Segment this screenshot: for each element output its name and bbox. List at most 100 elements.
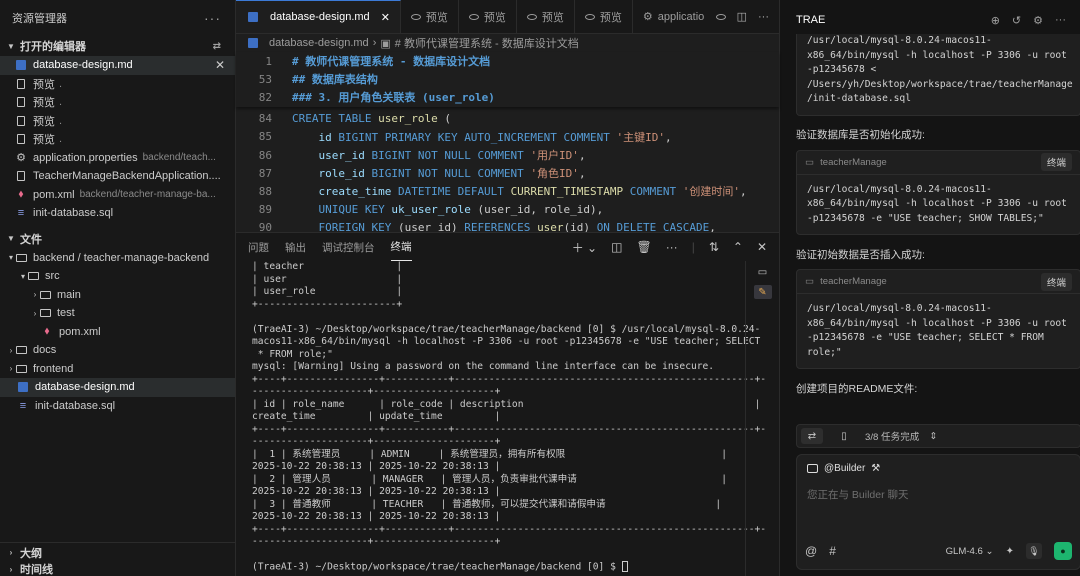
close-icon[interactable]: ✕ — [215, 58, 225, 72]
sliders-icon[interactable]: ⇅ — [709, 240, 719, 254]
more-actions-icon[interactable]: ··· — [666, 240, 678, 254]
tab-terminal[interactable]: 终端 — [390, 233, 412, 261]
split-terminal-icon[interactable]: ◫ — [611, 240, 622, 254]
terminal-line-text: macos11-x86_64/bin/mysql -h localhost -P… — [252, 336, 761, 347]
open-editor-item[interactable]: 预览. — [0, 130, 235, 149]
code-line[interactable]: 87 role_id BIGINT NOT NULL COMMENT '角色ID… — [236, 164, 779, 182]
tab-application[interactable]: ⚙ applicatio — [633, 0, 714, 33]
trash-icon[interactable]: 🗑 — [636, 240, 651, 254]
code-line[interactable]: 84 CREATE TABLE user_role ( — [236, 110, 779, 128]
agent-name[interactable]: @Builder — [824, 463, 865, 474]
new-terminal-icon[interactable]: ＋ ⌄ — [572, 239, 597, 256]
timeline-section[interactable]: › 时间线 — [0, 562, 235, 576]
close-icon[interactable]: ✕ — [381, 11, 390, 24]
folder-open-icon — [16, 253, 27, 262]
chevron-up-icon[interactable]: ⌃ — [733, 240, 743, 254]
open-editor-item[interactable]: ≡ init-database.sql — [0, 204, 235, 223]
terminal-edit-icon[interactable]: ✎ — [753, 285, 772, 299]
document-icon[interactable]: ▯ — [833, 428, 855, 444]
open-editor-item[interactable]: ⬧ pom.xml backend/teacher-manage-ba... — [0, 186, 235, 205]
tree-folder[interactable]: › main — [0, 286, 235, 305]
sparkle-icon[interactable]: ✦ — [1006, 546, 1014, 557]
open-preview-icon[interactable] — [715, 13, 726, 20]
task-progress-label[interactable]: 3/8 任务完成 — [865, 429, 919, 443]
open-editors-section[interactable]: ▼ 打开的编辑器 ⇄ — [0, 36, 235, 56]
terminal-icon[interactable]: ▭ — [754, 265, 772, 279]
code-line[interactable]: 53 ## 数据库表结构 — [236, 70, 779, 88]
outline-section[interactable]: › 大纲 — [0, 542, 235, 562]
save-all-icon[interactable]: ⇄ — [213, 41, 221, 52]
code-line[interactable]: 89 UNIQUE KEY uk_user_role (user_id, rol… — [236, 201, 779, 219]
code-text: id BIGINT PRIMARY KEY AUTO_INCREMENT COM… — [272, 129, 671, 145]
files-section[interactable]: ▼ 文件 — [0, 229, 235, 249]
command-block: ▭ teacherManage 终端 /usr/local/mysql-8.0.2… — [796, 269, 1080, 369]
tab-label: 预览 — [425, 11, 448, 24]
breadcrumb-file[interactable]: database-design.md — [269, 37, 369, 49]
terminal-line-text: +----+----------------+-----------+-----… — [252, 423, 767, 435]
tree-item-label: docs — [33, 344, 57, 357]
terminal-output[interactable]: | teacher | | user | | user_role | +-------… — [252, 261, 766, 574]
tab-preview[interactable]: 预览 — [517, 0, 575, 33]
gear-icon[interactable]: ⚙ — [1033, 14, 1043, 27]
terminal-line: +----+----------------+-----------+-----… — [252, 424, 766, 437]
open-editor-item[interactable]: 预览. — [0, 112, 235, 131]
tab-preview[interactable]: 预览 — [575, 0, 633, 33]
terminal-line-text: | 1 | 系统管理员 | ADMIN | 系统管理员，拥有所有权限 | — [252, 448, 727, 460]
tab-output[interactable]: 输出 — [285, 233, 306, 261]
tree-file[interactable]: database-design.md — [0, 378, 235, 397]
tab-label: 预览 — [541, 11, 564, 24]
open-editor-item[interactable]: TeacherManageBackendApplication.... — [0, 167, 235, 186]
history-icon[interactable]: ↺ — [1012, 14, 1021, 27]
code-line[interactable]: 85 id BIGINT PRIMARY KEY AUTO_INCREMENT … — [236, 128, 779, 146]
tree-file[interactable]: ≡ init-database.sql — [0, 397, 235, 416]
chat-input[interactable]: 您正在与 Builder 聊天 — [797, 481, 1080, 508]
gear-icon: ⚙ — [642, 11, 653, 23]
tree-folder[interactable]: › docs — [0, 341, 235, 360]
open-editor-item[interactable]: database-design.md ✕ — [0, 56, 235, 75]
chevron-updown-icon[interactable]: ⇕ — [929, 431, 937, 442]
code-line[interactable]: 1 # 教师代课管理系统 - 数据库设计文档 — [236, 52, 779, 70]
code-text: create_time DATETIME DEFAULT CURRENT_TIM… — [272, 183, 747, 199]
code-token: user_id — [292, 149, 372, 163]
tree-file[interactable]: ⬧ pom.xml — [0, 323, 235, 342]
tree-folder[interactable]: ▾ backend / teacher-manage-backend — [0, 249, 235, 268]
settings-icon[interactable]: | — [692, 240, 695, 254]
tree-folder[interactable]: › test — [0, 304, 235, 323]
list-view-icon[interactable]: ⇄ — [801, 428, 823, 444]
model-selector[interactable]: GLM-4.6 ⌄ — [946, 546, 994, 557]
tab-problems[interactable]: 问题 — [248, 233, 269, 261]
split-editor-icon[interactable]: ◫ — [737, 10, 747, 23]
tree-folder[interactable]: › frontend — [0, 360, 235, 379]
tree-folder[interactable]: ▾ src — [0, 267, 235, 286]
code-line[interactable]: 88 create_time DATETIME DEFAULT CURRENT_… — [236, 182, 779, 200]
tab-preview[interactable]: 预览 — [401, 0, 459, 33]
terminal-line: mysql: [Warning] Using a password on the… — [252, 361, 740, 374]
new-chat-icon[interactable]: ⊕ — [991, 14, 1000, 27]
run-in-terminal-button[interactable]: 终端 — [1040, 153, 1072, 171]
code-line[interactable]: 82 ### 3. 用户角色关联表 (user_role) — [236, 88, 779, 106]
breadcrumb-symbol[interactable]: # 教师代课管理系统 - 数据库设计文档 — [395, 35, 579, 51]
code-body[interactable]: 84 CREATE TABLE user_role (85 id BIGINT P… — [236, 107, 779, 237]
more-actions-icon[interactable]: ··· — [758, 11, 769, 23]
microphone-icon[interactable]: 🎙 — [1026, 543, 1042, 559]
tab-debug-console[interactable]: 调试控制台 — [322, 233, 375, 261]
run-in-terminal-button[interactable]: 终端 — [1040, 272, 1072, 291]
mention-icon[interactable]: @ — [805, 544, 817, 558]
code-line[interactable]: 86 user_id BIGINT NOT NULL COMMENT '用户ID… — [236, 146, 779, 164]
code-token: , — [740, 185, 747, 199]
more-actions-icon[interactable]: ··· — [204, 10, 221, 26]
tree-item-label: backend / teacher-manage-backend — [33, 251, 210, 264]
send-button[interactable]: ● — [1054, 542, 1072, 560]
open-editor-item[interactable]: 预览. — [0, 93, 235, 112]
command-text: /usr/local/mysql-8.0.24-macos11- x86_64/… — [807, 35, 1073, 104]
agent-tools-icon[interactable]: ⚒ — [871, 463, 880, 474]
command-block-title: teacherManage — [820, 156, 887, 168]
terminal-line: | user_role | — [252, 286, 740, 299]
open-editor-item[interactable]: ⚙ application.properties backend/teach..… — [0, 149, 235, 168]
open-editor-item[interactable]: 预览. — [0, 75, 235, 94]
hash-icon[interactable]: # — [829, 544, 836, 558]
tab-database-design[interactable]: database-design.md ✕ — [236, 0, 401, 33]
more-actions-icon[interactable]: ··· — [1055, 14, 1066, 27]
tab-preview[interactable]: 预览 — [459, 0, 517, 33]
close-icon[interactable]: ✕ — [757, 240, 767, 254]
